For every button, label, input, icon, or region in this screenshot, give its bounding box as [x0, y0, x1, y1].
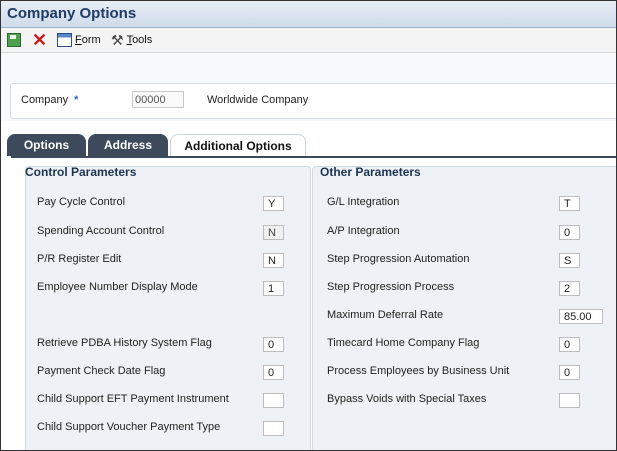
tools-menu-label: Tools — [126, 34, 153, 46]
spending-account-control-field — [263, 225, 284, 240]
additional-options-panel: Control Parameters Pay Cycle Control Spe… — [11, 156, 616, 450]
cancel-icon: ✕ — [32, 30, 48, 50]
window-title: Company Options — [7, 5, 137, 22]
other-parameters-title: Other Parameters — [320, 165, 421, 179]
employee-number-display-mode-field[interactable] — [263, 281, 284, 296]
tab-address[interactable]: Address — [88, 134, 168, 156]
tab-strip: Options Address Additional Options — [1, 134, 616, 157]
title-bar: Company Options — [1, 1, 616, 28]
timecard-home-company-flag-label: Timecard Home Company Flag — [327, 337, 480, 349]
tab-options[interactable]: Options — [7, 134, 86, 156]
form-menu-label: Form — [75, 34, 101, 46]
company-options-window: Company Options ✕ Form ⚒ Tools Company * … — [0, 0, 617, 451]
ap-integration-field[interactable] — [559, 225, 580, 240]
control-parameters-title: Control Parameters — [25, 165, 137, 179]
bypass-voids-special-taxes-label: Bypass Voids with Special Taxes — [327, 393, 487, 405]
payment-check-date-flag-field[interactable] — [263, 365, 284, 380]
form-icon — [57, 33, 72, 47]
bypass-voids-special-taxes-field[interactable] — [559, 393, 580, 408]
gl-integration-field[interactable] — [559, 196, 580, 211]
tools-icon: ⚒ — [111, 32, 124, 48]
required-indicator: * — [74, 94, 79, 106]
pay-cycle-control-label: Pay Cycle Control — [37, 196, 126, 208]
company-name-text: Worldwide Company — [207, 94, 309, 106]
process-employees-by-bu-field[interactable] — [559, 365, 580, 380]
process-employees-by-bu-label: Process Employees by Business Unit — [327, 365, 510, 377]
pr-register-edit-label: P/R Register Edit — [37, 253, 122, 265]
child-support-eft-label: Child Support EFT Payment Instrument — [37, 393, 229, 405]
spending-account-control-label: Spending Account Control — [37, 225, 165, 237]
other-parameters-group: Other Parameters G/L Integration A/P Int… — [312, 165, 616, 450]
tab-additional-options[interactable]: Additional Options — [170, 134, 306, 157]
company-header-panel: Company* Worldwide Company — [10, 83, 616, 119]
maximum-deferral-rate-field[interactable] — [559, 309, 603, 324]
timecard-home-company-flag-field[interactable] — [559, 337, 580, 352]
pay-cycle-control-field[interactable] — [263, 196, 284, 211]
child-support-eft-field[interactable] — [263, 393, 284, 408]
company-number-field[interactable] — [132, 91, 184, 108]
pr-register-edit-field[interactable] — [263, 253, 284, 268]
step-progression-automation-field[interactable] — [559, 253, 580, 268]
retrieve-pdba-history-field[interactable] — [263, 337, 284, 352]
payment-check-date-flag-label: Payment Check Date Flag — [37, 365, 166, 377]
save-button[interactable] — [7, 31, 21, 49]
child-support-voucher-label: Child Support Voucher Payment Type — [37, 421, 221, 433]
tools-menu-button[interactable]: ⚒ Tools — [111, 31, 152, 49]
step-progression-process-label: Step Progression Process — [327, 281, 455, 293]
step-progression-automation-label: Step Progression Automation — [327, 253, 470, 265]
save-icon — [7, 33, 21, 47]
gl-integration-label: G/L Integration — [327, 196, 400, 208]
step-progression-process-field[interactable] — [559, 281, 580, 296]
toolbar: ✕ Form ⚒ Tools — [1, 28, 616, 53]
child-support-voucher-field[interactable] — [263, 421, 284, 436]
maximum-deferral-rate-label: Maximum Deferral Rate — [327, 309, 444, 321]
employee-number-display-mode-label: Employee Number Display Mode — [37, 281, 198, 293]
form-menu-button[interactable]: Form — [57, 31, 101, 49]
company-label: Company * — [21, 94, 79, 106]
ap-integration-label: A/P Integration — [327, 225, 400, 237]
cancel-button[interactable]: ✕ — [32, 31, 47, 49]
control-parameters-group: Control Parameters Pay Cycle Control Spe… — [25, 165, 311, 450]
retrieve-pdba-history-label: Retrieve PDBA History System Flag — [37, 337, 212, 349]
